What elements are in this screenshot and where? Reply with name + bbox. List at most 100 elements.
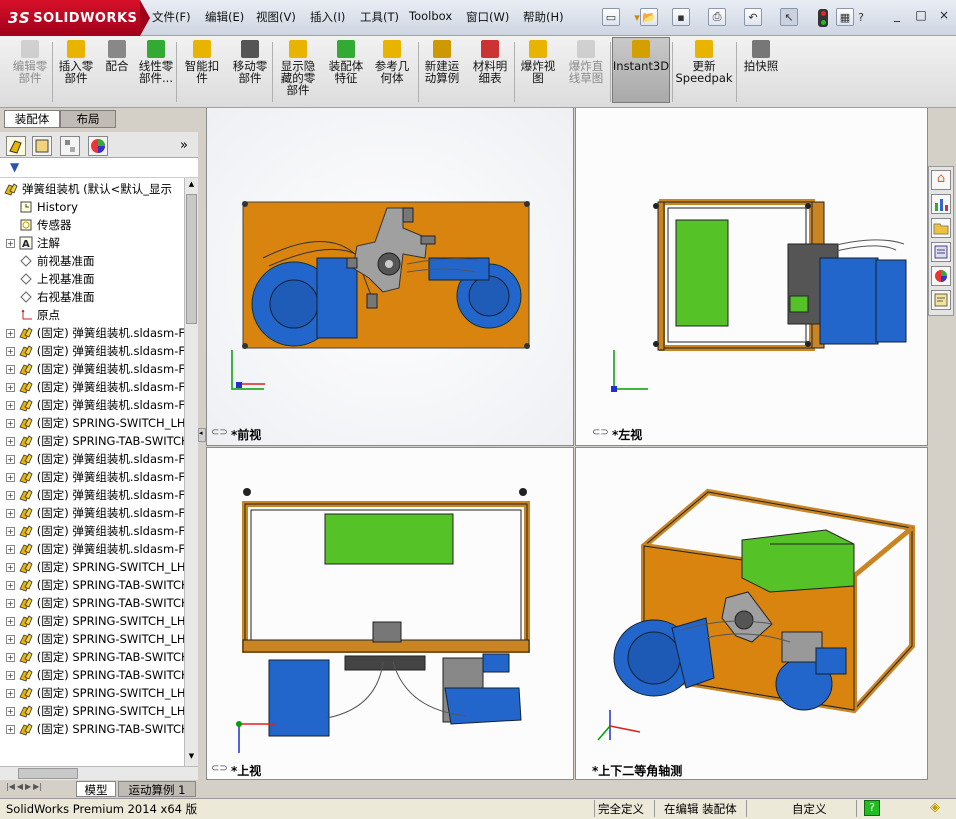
scroll-down-icon[interactable]: ▼ <box>186 752 197 762</box>
tree-item[interactable]: + (固定) SPRING-SWITCH_LH_ <box>0 612 184 630</box>
next-tab-icon[interactable]: ▶ <box>25 782 31 791</box>
tab-layout[interactable]: 布局 <box>60 110 116 128</box>
design-library-icon[interactable] <box>931 194 951 214</box>
last-tab-icon[interactable]: ▶| <box>33 782 42 791</box>
tree-item[interactable]: 上视基准面 <box>0 270 184 288</box>
tree-item[interactable]: + (固定) 弹簧组装机.sldasm-F <box>0 486 184 504</box>
tree-item[interactable]: History <box>0 198 184 216</box>
tab-assembly[interactable]: 装配体 <box>4 110 60 128</box>
filter-funnel-icon[interactable]: ▼ <box>10 160 19 174</box>
configurationmanager-tab-icon[interactable] <box>60 136 80 156</box>
tree-item[interactable]: + (固定) SPRING-TAB-SWITCH <box>0 576 184 594</box>
tree-vertical-scrollbar[interactable]: ▲ ▼ <box>184 178 198 766</box>
expand-icon[interactable]: + <box>6 454 15 464</box>
viewport-front[interactable]: ⊂⊃ *前视 <box>206 108 574 446</box>
tree-item[interactable]: + (固定) SPRING-TAB-SWITCH <box>0 432 184 450</box>
menu-item-3[interactable]: 插入(I) <box>310 9 345 25</box>
expand-icon[interactable]: + <box>6 364 15 374</box>
expand-icon[interactable]: + <box>6 634 15 644</box>
help-icon[interactable]: ? <box>852 8 870 26</box>
expand-icon[interactable]: + <box>6 346 15 356</box>
view-link-icon[interactable]: ⊂⊃ <box>211 427 228 443</box>
tree-item[interactable]: + (固定) SPRING-SWITCH_LH_ <box>0 702 184 720</box>
tree-item[interactable]: 传感器 <box>0 216 184 234</box>
expand-icon[interactable]: + <box>6 724 15 734</box>
expand-icon[interactable]: + <box>6 508 15 518</box>
propertymanager-tab-icon[interactable] <box>32 136 52 156</box>
menu-item-7[interactable]: 帮助(H) <box>523 9 564 25</box>
cmd-button-11[interactable]: 爆炸视 图 <box>518 40 558 104</box>
tree-horizontal-scrollbar[interactable] <box>0 766 198 780</box>
expand-icon[interactable]: + <box>6 418 15 428</box>
tree-item[interactable]: + (固定) SPRING-TAB-SWITCH <box>0 648 184 666</box>
menu-item-5[interactable]: Toolbox <box>409 9 452 23</box>
expand-icon[interactable]: + <box>6 400 15 410</box>
view-link-icon[interactable]: ⊂⊃ <box>592 427 609 443</box>
cmd-button-4[interactable]: 智能扣 件 <box>182 40 222 104</box>
expand-icon[interactable]: + <box>6 472 15 482</box>
rebuild-traffic-light-icon[interactable] <box>818 9 828 27</box>
save-icon[interactable]: ▪ <box>672 8 690 26</box>
menu-item-4[interactable]: 工具(T) <box>360 9 399 25</box>
tree-item[interactable]: + (固定) SPRING-SWITCH_LH_ <box>0 684 184 702</box>
expand-icon[interactable]: + <box>6 598 15 608</box>
tree-item[interactable]: + (固定) 弹簧组装机.sldasm-F <box>0 378 184 396</box>
scroll-thumb[interactable] <box>186 194 197 324</box>
tree-filter[interactable]: ▼ <box>0 158 198 178</box>
cmd-button-12[interactable]: 爆炸直 线草图 <box>564 40 608 104</box>
tab-motion-study[interactable]: 运动算例 1 <box>118 781 196 797</box>
expand-icon[interactable]: + <box>6 580 15 590</box>
cmd-button-7[interactable]: 装配体 特征 <box>324 40 368 104</box>
display-manager-tab-icon[interactable] <box>88 136 108 156</box>
cmd-button-6[interactable]: 显示隐 藏的零 部件 <box>276 40 320 104</box>
tree-item[interactable]: + (固定) SPRING-SWITCH_LH_ <box>0 630 184 648</box>
menu-item-6[interactable]: 窗口(W) <box>466 9 509 25</box>
cmd-button-3[interactable]: 线性零 部件... <box>134 40 178 104</box>
viewport-left[interactable]: ⊂⊃ *左视 <box>575 108 928 446</box>
expand-icon[interactable]: + <box>6 238 15 248</box>
cmd-button-13[interactable]: Instant3D <box>612 40 670 104</box>
custom-properties-icon[interactable] <box>931 290 951 310</box>
tree-item[interactable]: + (固定) 弹簧组装机.sldasm-F <box>0 360 184 378</box>
cmd-button-15[interactable]: 拍快照 <box>740 40 782 104</box>
expand-icon[interactable]: + <box>6 490 15 500</box>
tree-item[interactable]: + (固定) SPRING-TAB-SWITCH <box>0 720 184 738</box>
status-help-icon[interactable]: ? <box>864 800 880 816</box>
collapse-panel-handle[interactable]: ◂ <box>198 428 206 442</box>
expand-icon[interactable]: + <box>6 562 15 572</box>
tree-item[interactable]: 前视基准面 <box>0 252 184 270</box>
expand-icon[interactable]: + <box>6 688 15 698</box>
prev-tab-icon[interactable]: ◀ <box>17 782 23 791</box>
cmd-button-9[interactable]: 新建运 动算例 <box>420 40 464 104</box>
viewport-iso[interactable]: *上下二等角轴测 <box>575 447 928 780</box>
expand-icon[interactable]: + <box>6 526 15 536</box>
new-document-icon[interactable]: ▭ <box>602 8 620 26</box>
featuremanager-tab-icon[interactable] <box>6 136 26 156</box>
cmd-button-14[interactable]: 更新 Speedpak <box>674 40 734 104</box>
tree-item[interactable]: + (固定) 弹簧组装机.sldasm-F <box>0 522 184 540</box>
tree-item[interactable]: + (固定) SPRING-SWITCH_LH_ <box>0 558 184 576</box>
open-folder-icon[interactable]: 📂 <box>640 8 658 26</box>
menu-item-2[interactable]: 视图(V) <box>256 9 296 25</box>
tree-item[interactable]: + (固定) 弹簧组装机.sldasm-F <box>0 396 184 414</box>
tree-item[interactable]: + (固定) SPRING-TAB-SWITCH <box>0 666 184 684</box>
hscroll-thumb[interactable] <box>18 768 78 779</box>
solidworks-logo[interactable]: 3S SOLIDWORKS <box>0 0 150 36</box>
expand-icon[interactable]: + <box>6 616 15 626</box>
menu-item-0[interactable]: 文件(F) <box>152 9 191 25</box>
first-tab-icon[interactable]: |◀ <box>6 782 15 791</box>
tree-item[interactable]: + (固定) 弹簧组装机.sldasm-F <box>0 324 184 342</box>
cmd-button-0[interactable]: 编辑零 部件 <box>8 40 52 104</box>
viewport-top[interactable]: ⊂⊃ *上视 <box>206 447 574 780</box>
appearances-icon[interactable] <box>931 266 951 286</box>
view-link-icon[interactable]: ⊂⊃ <box>211 763 228 779</box>
tree-item[interactable]: + (固定) 弹簧组装机.sldasm-F <box>0 450 184 468</box>
tree-item[interactable]: 右视基准面 <box>0 288 184 306</box>
view-palette-icon[interactable] <box>931 242 951 262</box>
restore-button[interactable]: □ <box>912 7 930 23</box>
print-icon[interactable]: ⎙ <box>708 8 726 26</box>
expand-icon[interactable]: + <box>6 328 15 338</box>
tree-item[interactable]: + (固定) 弹簧组装机.sldasm-F <box>0 540 184 558</box>
status-units[interactable]: 自定义 <box>792 801 827 817</box>
cmd-button-8[interactable]: 参考几 何体 <box>372 40 412 104</box>
